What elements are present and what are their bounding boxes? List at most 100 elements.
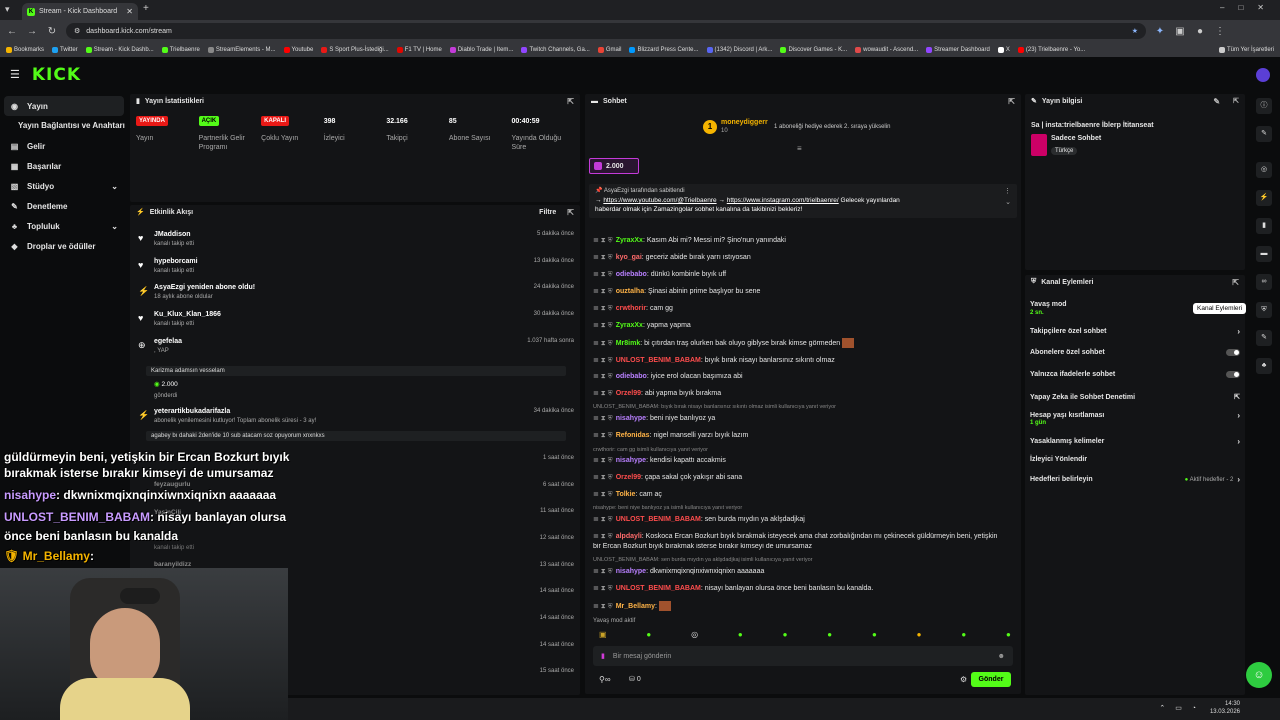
emote-icon[interactable]: ● (646, 630, 651, 639)
popout-icon[interactable]: ⇱ (1233, 97, 1239, 105)
mod-actions-icon[interactable]: ≣ ⧗ ⛨ (593, 288, 613, 295)
kick-logo[interactable]: KICK (32, 65, 81, 85)
mod-actions-icon[interactable]: ≣ ⧗ ⛨ (593, 603, 613, 610)
mod-actions-icon[interactable]: ≣ ⧗ ⛨ (593, 390, 613, 397)
bookmark-item[interactable]: Blizzard Press Cente... (629, 46, 699, 53)
forward-icon[interactable]: → (26, 26, 38, 37)
activity-item[interactable]: ⚡ AsyaEzgi yeniden abone oldu! 18 aylık ab… (138, 284, 574, 306)
menu-hamburger-icon[interactable]: ☰ (10, 68, 20, 81)
emoji-icon[interactable]: ☻ (998, 653, 1005, 660)
chat-username[interactable]: nisahype (616, 568, 646, 575)
chat-message[interactable]: ≣ ⧗ ⛨ kyo_gai: geceriz abide bırak yarrı … (593, 253, 1013, 262)
account-age-row[interactable]: Hesap yaşı kısıtlaması 1 gün › (1030, 411, 1240, 426)
info-icon[interactable]: ⓘ (1256, 98, 1272, 114)
bookmark-item[interactable]: Tüm Yer İşaretleri (1218, 46, 1274, 53)
chat-message[interactable]: ≣ ⧗ ⛨ Orzel99: abi yapma bıyık bırakma (593, 389, 1013, 398)
bookmark-item[interactable]: S Sport Plus-İstediği... (321, 46, 389, 53)
chat-username[interactable]: alpdayli (616, 533, 642, 540)
chat-username[interactable]: ZyraxXx (616, 322, 643, 329)
emote-icon[interactable]: ◎ (691, 630, 698, 639)
ai-mod-row[interactable]: Yapay Zeka ile Sohbet Denetimi ⇱ (1030, 393, 1240, 402)
subs-chat-row[interactable]: Abonelere özel sohbet (1030, 349, 1240, 356)
bookmark-item[interactable]: Diablo Trade | Item... (449, 46, 513, 53)
followers-chat-row[interactable]: Takipçilere özel sohbet › (1030, 327, 1240, 336)
pinned-kicks-badge[interactable]: 2.000 (589, 158, 639, 174)
emote-icon[interactable]: ● (872, 630, 877, 639)
emote-icon[interactable]: ▣ (599, 630, 607, 639)
mod-actions-icon[interactable]: ≣ ⧗ ⛨ (593, 474, 613, 481)
mod-actions-icon[interactable]: ≣ ⧗ ⛨ (593, 305, 613, 312)
chat-tools-icon[interactable]: ⚲∞ (599, 675, 611, 684)
mod-actions-icon[interactable]: ≣ ⧗ ⛨ (593, 568, 613, 575)
community-icon[interactable]: ♣ (1256, 358, 1272, 374)
extensions-puzzle-icon[interactable]: ▣ (1174, 26, 1186, 37)
mod-actions-icon[interactable]: ≣ ⧗ ⛨ (593, 254, 613, 261)
hammer-icon[interactable]: ✎ (1256, 330, 1272, 346)
chat-message[interactable]: ≣ ⧗ ⛨ Orzel99: çapa sakal çok yakışır abi… (593, 473, 1013, 482)
user-avatar[interactable] (1256, 67, 1270, 82)
chat-message[interactable]: ≣ ⧗ ⛨ ZyraxXx: yapma yapma (593, 321, 1013, 330)
mod-actions-icon[interactable]: ≣ ⧗ ⛨ (593, 357, 613, 364)
sidebar-item-topluluk[interactable]: ♣ Topluluk ⌄ (0, 216, 128, 236)
bookmark-item[interactable]: Stream - Kick Dashb... (85, 46, 154, 53)
goals-row[interactable]: Hedefleri belirleyin ● Aktif hedefler - 2… (1030, 475, 1240, 484)
mod-actions-icon[interactable]: ≣ ⧗ ⛨ (593, 322, 613, 329)
browser-tab[interactable]: K Stream - Kick Dashboard ✕ (22, 3, 138, 20)
bookmark-item[interactable]: Twitter (52, 46, 78, 53)
sidebar-item-droplar[interactable]: ◆ Droplar ve ödüller (0, 236, 128, 256)
chat-message[interactable]: ≣ ⧗ ⛨ nisahype: kendisi kapattı accakmis (593, 456, 1013, 465)
send-button[interactable]: Gönder (971, 672, 1011, 687)
chat-icon[interactable]: ▬ (1256, 246, 1272, 262)
kicks-icon[interactable]: ▮ (601, 652, 605, 660)
sidebar-item-yayin[interactable]: ◉ Yayın (4, 96, 124, 116)
chat-username[interactable]: ouztalha (616, 288, 644, 295)
chat-username[interactable]: UNLOST_BENIM_BABAM (616, 357, 701, 364)
pinned-menu-icon[interactable]: ⋮ (1004, 187, 1011, 195)
filter-button[interactable]: Filtre (539, 209, 556, 216)
tab-list-icon[interactable]: ▾ (5, 4, 10, 15)
youtube-link[interactable]: https://www.youtube.com/@Trielbaenre (603, 197, 716, 204)
chat-message[interactable]: ≣ ⧗ ⛨ UNLOST_BENIM_BABAM: bıyık bırak nis… (593, 356, 1013, 365)
activity-item[interactable]: ♥ JMaddison kanalı takip etti 5 dakika önce (138, 231, 574, 253)
chat-message[interactable]: ≣ ⧗ ⛨ ZyraxXx: Kasım Abi mi? Messi mi? Şi… (593, 236, 1013, 245)
chat-username[interactable]: ZyraxXx (616, 237, 643, 244)
chat-message[interactable]: ≣ ⧗ ⛨ Mr_Bellamy: (593, 601, 1013, 611)
activity-item[interactable]: ⚡ yeterartikbukadarifazla abonelik yenilem… (138, 408, 574, 430)
chat-username[interactable]: nisahype (616, 415, 646, 422)
chat-username[interactable]: UNLOST_BENIM_BABAM (616, 585, 701, 592)
chat-message[interactable]: ≣ ⧗ ⛨ crwthorir: cam gg (593, 304, 1013, 313)
sidebar-item-basarilar[interactable]: ▦ Başarılar (0, 156, 128, 176)
chat-username[interactable]: kyo_gai (616, 254, 642, 261)
popout-icon[interactable]: ⇱ (567, 97, 574, 106)
mod-actions-icon[interactable]: ≣ ⧗ ⛨ (593, 516, 613, 523)
profile-avatar-icon[interactable]: ● (1194, 26, 1206, 37)
mod-actions-icon[interactable]: ≣ ⧗ ⛨ (593, 585, 613, 592)
bookmark-item[interactable]: Trielbaenre (161, 46, 200, 53)
bookmark-item[interactable]: Gmail (597, 46, 621, 53)
subs-chat-toggle[interactable] (1226, 349, 1240, 356)
bookmark-item[interactable]: Discover Games - K... (780, 46, 847, 53)
activity-item[interactable]: ♥ hypeborcami kanalı takip etti 13 dakika ö… (138, 258, 574, 280)
activity-item[interactable]: ⊕ egefelaa , YAP 1.037 hafta sonra (138, 338, 574, 360)
popout-icon[interactable]: ⇱ (567, 208, 574, 217)
chevron-down-icon[interactable]: ⌄ (1005, 198, 1011, 206)
site-info-icon[interactable]: ⚙ (74, 27, 80, 35)
popout-icon[interactable]: ⇱ (1008, 97, 1015, 106)
new-tab-icon[interactable]: + (143, 3, 149, 14)
chat-username[interactable]: nisahype (616, 457, 646, 464)
chat-username[interactable]: crwthorir (616, 305, 646, 312)
reload-icon[interactable]: ↻ (46, 26, 58, 37)
emote-icon[interactable]: ● (827, 630, 832, 639)
tray-icons[interactable]: ⌃ ▭ ◔ (1159, 704, 1200, 712)
chat-username[interactable]: Mr8imk (616, 340, 641, 347)
sidebar-item-gelir[interactable]: ▤ Gelir (0, 136, 128, 156)
edit-icon[interactable]: ✎ (1256, 126, 1272, 142)
activity-item[interactable]: ♥ Ku_Klux_Klan_1866 kanalı takip etti 30 da… (138, 311, 574, 333)
bookmark-item[interactable]: Twitch Channels, Ga... (521, 46, 590, 53)
chat-message[interactable]: ≣ ⧗ ⛨ Tolkie: cam aç (593, 490, 1013, 499)
lightning-icon[interactable]: ⚡ (1256, 190, 1272, 206)
chat-message[interactable]: ≣ ⧗ ⛨ Refonidas: nigel manselli yarzı bıy… (593, 431, 1013, 440)
chat-username[interactable]: Refonidas (616, 432, 650, 439)
mod-actions-icon[interactable]: ≣ ⧗ ⛨ (593, 340, 613, 347)
sidebar-item-stream-key[interactable]: Yayın Bağlantısı ve Anahtarı (0, 116, 128, 136)
